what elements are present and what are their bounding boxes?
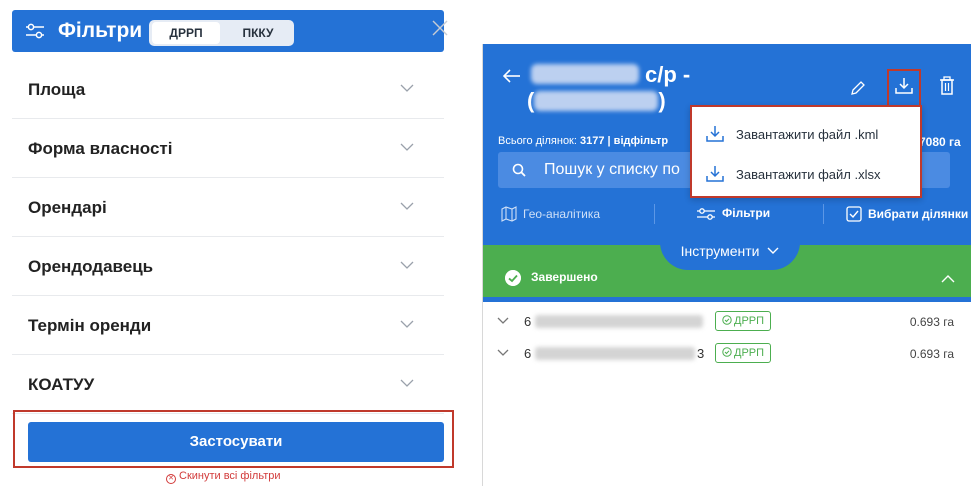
- council-code-close: ): [658, 88, 666, 113]
- table-row[interactable]: 6 ДРРП 0.693 га: [483, 306, 971, 338]
- chevron-down-icon: [400, 84, 414, 92]
- filters-title: Фільтри: [58, 19, 143, 42]
- stats-total-value: 3177: [580, 135, 605, 147]
- download-icon: [706, 166, 724, 182]
- parcel-number-start: 6: [524, 314, 532, 329]
- arrow-left-icon[interactable]: [503, 69, 521, 83]
- close-circle-icon: ✕: [166, 474, 176, 484]
- status-badge: ДРРП: [715, 343, 772, 363]
- source-toggle: ДРРП ПККУ: [149, 20, 294, 46]
- geo-analytics-label: Гео-аналітика: [523, 207, 601, 221]
- chevron-down-icon: [400, 143, 414, 151]
- status-badge-label: ДРРП: [734, 315, 765, 327]
- parcel-number-start: 6: [524, 346, 532, 361]
- status-label: Завершено: [531, 270, 598, 284]
- redacted-parcel-number: [535, 315, 703, 328]
- toolbar-divider: [823, 204, 824, 224]
- sliders-icon: [26, 23, 44, 39]
- status-badge: ДРРП: [715, 311, 772, 331]
- chevron-down-icon[interactable]: [497, 317, 509, 325]
- filter-item-label: Орендарі: [28, 198, 107, 217]
- trash-icon[interactable]: [939, 76, 955, 96]
- download-icon[interactable]: [895, 77, 913, 95]
- pencil-icon[interactable]: [850, 80, 866, 96]
- filter-item-label: Термін оренди: [28, 316, 152, 335]
- parcel-area: 0.693 га: [909, 347, 954, 361]
- tools-tab-label: Інструменти: [680, 243, 760, 259]
- select-parcels-button[interactable]: Вибрати ділянки: [846, 206, 968, 222]
- parcel-stats: Всього ділянок: 3177 | відфільтр: [498, 135, 668, 147]
- redacted-name: [531, 64, 639, 84]
- table-row[interactable]: 6 3 ДРРП 0.693 га: [483, 338, 971, 370]
- filter-item-landlord[interactable]: Орендодавець: [12, 237, 444, 296]
- filter-item-tenants[interactable]: Орендарі: [12, 178, 444, 237]
- stats-filtered-label: | відфільтр: [607, 135, 669, 147]
- filters-button[interactable]: Фільтри: [696, 206, 770, 221]
- council-title: с/р -: [531, 62, 690, 88]
- select-parcels-label: Вибрати ділянки: [868, 207, 969, 221]
- check-circle-icon: [722, 347, 732, 357]
- filter-item-ownership[interactable]: Форма власності: [12, 119, 444, 178]
- toolbar-divider: [654, 204, 655, 224]
- chevron-down-icon: [400, 202, 414, 210]
- filters-header: Фільтри ДРРП ПККУ: [0, 0, 456, 60]
- chevron-down-icon: [400, 379, 414, 387]
- check-circle-icon: [505, 270, 521, 286]
- council-title-suffix: с/р -: [645, 62, 691, 87]
- reset-filters-link[interactable]: ✕ Скинути всі фільтри: [166, 470, 281, 484]
- filters-panel: Фільтри ДРРП ПККУ Площа Форма власності …: [0, 0, 456, 486]
- chevron-down-icon: [400, 320, 414, 328]
- filter-item-koatuu[interactable]: КОАТУУ: [12, 355, 444, 414]
- filter-item-area[interactable]: Площа: [12, 60, 444, 119]
- search-placeholder: Пошук у списку по: [544, 161, 680, 178]
- chevron-up-icon[interactable]: [941, 275, 955, 283]
- redacted-code: [534, 91, 659, 111]
- geo-analytics-button[interactable]: Гео-аналітика: [501, 206, 600, 222]
- close-icon[interactable]: [430, 18, 450, 38]
- check-circle-icon: [722, 315, 732, 325]
- stats-total-label: Всього ділянок:: [498, 135, 577, 147]
- status-badge-label: ДРРП: [734, 347, 765, 359]
- council-code: (): [527, 88, 666, 114]
- council-code-open: (: [527, 88, 535, 113]
- search-icon: [512, 163, 526, 177]
- chevron-down-icon: [400, 261, 414, 269]
- apply-button[interactable]: Застосувати: [28, 422, 444, 462]
- stats-area-value: 7080 га: [919, 135, 961, 149]
- menu-item-label: Завантажити файл .xlsx: [736, 167, 881, 182]
- tab-pkku[interactable]: ПККУ: [225, 22, 291, 44]
- parcel-number-end: 3: [697, 346, 705, 361]
- toolbar: Гео-аналітика Фільтри Вибрати ділянки: [483, 198, 971, 230]
- filters-label: Фільтри: [722, 206, 771, 220]
- filter-item-lease-term[interactable]: Термін оренди: [12, 296, 444, 355]
- chevron-down-icon[interactable]: [497, 349, 509, 357]
- tools-tab[interactable]: Інструменти: [660, 242, 800, 270]
- parcel-list: 6 ДРРП 0.693 га 6 3 ДРРП 0.693 га: [483, 306, 971, 370]
- map-icon: [501, 206, 517, 222]
- filter-item-label: КОАТУУ: [28, 375, 95, 394]
- filter-item-label: Площа: [28, 80, 86, 99]
- sliders-icon: [697, 208, 715, 220]
- reset-filters-label: Скинути всі фільтри: [179, 470, 281, 482]
- tab-drrp[interactable]: ДРРП: [152, 22, 220, 44]
- download-menu: Завантажити файл .kml Завантажити файл .…: [690, 105, 922, 198]
- filter-item-label: Орендодавець: [28, 257, 154, 276]
- checkbox-icon: [846, 206, 862, 222]
- chevron-down-icon: [767, 247, 779, 254]
- download-icon: [706, 126, 724, 142]
- parcel-area: 0.693 га: [909, 315, 954, 329]
- redacted-parcel-number: [535, 347, 695, 360]
- filter-item-label: Форма власності: [28, 139, 173, 158]
- filter-list: Площа Форма власності Орендарі Орендодав…: [12, 60, 444, 414]
- menu-item-label: Завантажити файл .kml: [736, 127, 879, 142]
